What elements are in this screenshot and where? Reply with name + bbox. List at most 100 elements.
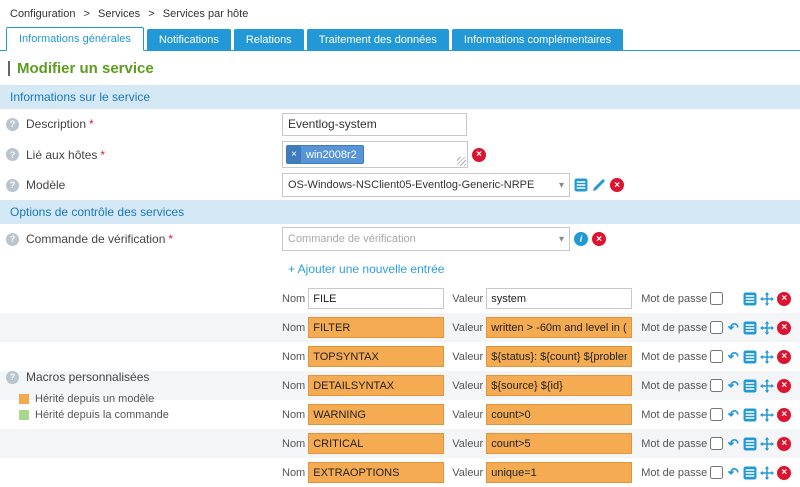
breadcrumb-services[interactable]: Services	[98, 8, 140, 20]
required-marker: *	[100, 148, 105, 162]
custom-macros-label: Macros personnalisées	[26, 370, 149, 384]
edit-icon[interactable]	[592, 178, 606, 192]
undo-icon[interactable]: ↶	[726, 349, 740, 365]
macro-value-input[interactable]	[486, 404, 632, 425]
description-input[interactable]	[282, 113, 467, 136]
password-checkbox[interactable]	[710, 292, 723, 305]
macro-name-input[interactable]	[308, 346, 444, 367]
section-service-info: Informations sur le service	[0, 85, 800, 109]
linked-hosts-multiselect[interactable]: × win2008r2	[282, 141, 468, 168]
delete-icon[interactable]: ×	[777, 350, 791, 364]
chevron-down-icon: ▾	[559, 180, 564, 191]
macro-value-input[interactable]	[486, 433, 632, 454]
delete-icon[interactable]: ×	[777, 321, 791, 335]
macro-value-label: Valeur	[452, 467, 483, 479]
move-icon[interactable]	[760, 292, 774, 306]
delete-icon[interactable]: ×	[777, 408, 791, 422]
tab-traitement-des-donnees[interactable]: Traitement des données	[307, 29, 449, 50]
move-icon[interactable]	[760, 408, 774, 422]
delete-icon[interactable]: ×	[777, 292, 791, 306]
required-marker: *	[168, 232, 173, 246]
breadcrumb-configuration[interactable]: Configuration	[10, 8, 75, 20]
undo-icon[interactable]: ↶	[726, 407, 740, 423]
macro-name-input[interactable]	[308, 288, 444, 309]
template-select-value: OS-Windows-NSClient05-Eventlog-Generic-N…	[288, 179, 553, 191]
breadcrumb-services-par-hote[interactable]: Services par hôte	[163, 8, 249, 20]
remove-tag-icon[interactable]: ×	[287, 146, 301, 163]
list-icon[interactable]	[743, 466, 757, 480]
list-icon[interactable]	[743, 437, 757, 451]
password-checkbox[interactable]	[710, 321, 723, 334]
linked-hosts-row: ? Lié aux hôtes* × win2008r2 ×	[0, 139, 800, 170]
delete-icon[interactable]: ×	[592, 232, 606, 246]
help-icon[interactable]: ?	[6, 179, 19, 192]
macro-value-label: Valeur	[452, 293, 483, 305]
tab-informations-complementaires[interactable]: Informations complémentaires	[452, 29, 623, 50]
add-entry-row: + Ajouter une nouvelle entrée	[0, 254, 800, 284]
undo-icon[interactable]: ↶	[726, 378, 740, 394]
macro-value-input[interactable]	[486, 288, 632, 309]
macros-legend: Hérité depuis un modèle Hérité depuis la…	[19, 393, 276, 421]
macro-name-input[interactable]	[308, 433, 444, 454]
list-icon[interactable]	[743, 292, 757, 306]
list-icon[interactable]	[743, 379, 757, 393]
list-icon[interactable]	[743, 321, 757, 335]
template-label: Modèle	[26, 178, 65, 192]
macro-row: Nom Valeur Mot de passe ↶ ×	[0, 284, 800, 313]
tab-relations[interactable]: Relations	[234, 29, 304, 50]
password-label: Mot de passe	[641, 351, 707, 363]
add-entry-link[interactable]: + Ajouter une nouvelle entrée	[288, 262, 444, 276]
macro-value-label: Valeur	[452, 409, 483, 421]
macro-value-input[interactable]	[486, 346, 632, 367]
info-icon[interactable]: i	[574, 232, 588, 246]
section-check-options: Options de contrôle des services	[0, 200, 800, 224]
password-checkbox[interactable]	[710, 379, 723, 392]
host-tag: × win2008r2	[286, 145, 364, 164]
password-checkbox[interactable]	[710, 408, 723, 421]
undo-icon[interactable]: ↶	[726, 465, 740, 481]
macro-name-input[interactable]	[308, 375, 444, 396]
tab-bar: Informations générales Notifications Rel…	[0, 25, 800, 51]
tab-informations-generales[interactable]: Informations générales	[6, 27, 144, 51]
breadcrumb: Configuration > Services > Services par …	[0, 0, 800, 25]
chevron-down-icon: ▾	[559, 234, 564, 245]
macro-value-input[interactable]	[486, 317, 632, 338]
help-icon[interactable]: ?	[6, 371, 19, 384]
undo-icon[interactable]: ↶	[726, 320, 740, 336]
check-command-row: ? Commande de vérification* Commande de …	[0, 224, 800, 254]
tab-notifications[interactable]: Notifications	[147, 29, 231, 50]
delete-icon[interactable]: ×	[777, 437, 791, 451]
macro-name-input[interactable]	[308, 317, 444, 338]
macro-name-label: Nom	[282, 409, 305, 421]
password-label: Mot de passe	[641, 409, 707, 421]
custom-macros-section: ? Macros personnalisées Hérité depuis un…	[0, 284, 800, 487]
move-icon[interactable]	[760, 466, 774, 480]
macro-name-input[interactable]	[308, 404, 444, 425]
list-icon[interactable]	[574, 178, 588, 192]
check-command-select[interactable]: Commande de vérification ▾	[282, 227, 570, 251]
help-icon[interactable]: ?	[6, 118, 19, 131]
help-icon[interactable]: ?	[6, 148, 19, 161]
move-icon[interactable]	[760, 321, 774, 335]
move-icon[interactable]	[760, 350, 774, 364]
list-icon[interactable]	[743, 350, 757, 364]
resize-handle[interactable]	[457, 157, 466, 166]
delete-icon[interactable]: ×	[472, 148, 486, 162]
template-row: ? Modèle OS-Windows-NSClient05-Eventlog-…	[0, 170, 800, 200]
delete-icon[interactable]: ×	[777, 466, 791, 480]
macro-name-label: Nom	[282, 351, 305, 363]
password-checkbox[interactable]	[710, 466, 723, 479]
delete-icon[interactable]: ×	[777, 379, 791, 393]
move-icon[interactable]	[760, 379, 774, 393]
move-icon[interactable]	[760, 437, 774, 451]
help-icon[interactable]: ?	[6, 233, 19, 246]
password-checkbox[interactable]	[710, 437, 723, 450]
undo-icon[interactable]: ↶	[726, 436, 740, 452]
password-label: Mot de passe	[641, 293, 707, 305]
macro-row: Nom Valeur Mot de passe ↶ ×	[0, 342, 800, 371]
macro-value-input[interactable]	[486, 375, 632, 396]
delete-icon[interactable]: ×	[610, 178, 624, 192]
list-icon[interactable]	[743, 408, 757, 422]
password-checkbox[interactable]	[710, 350, 723, 363]
template-select[interactable]: OS-Windows-NSClient05-Eventlog-Generic-N…	[282, 173, 570, 197]
